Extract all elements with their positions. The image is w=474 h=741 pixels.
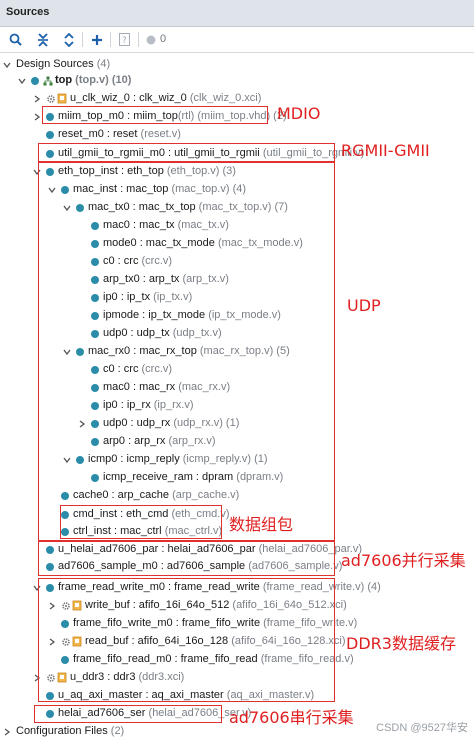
tree-node-label: reset_m0 : reset (reset.v) xyxy=(58,128,181,140)
status-indicator xyxy=(142,31,160,48)
ad7606-par-highlight-box xyxy=(38,541,335,576)
node-name: u_clk_wiz_0 : clk_wiz_0 xyxy=(70,92,187,104)
mdio-highlight-box xyxy=(42,106,268,124)
toolbar-divider xyxy=(138,32,139,47)
ad7606-par-annotation: ad7606并行采集 xyxy=(341,551,466,570)
search-button[interactable] xyxy=(6,31,24,48)
tree-node-top[interactable]: top (top.v) (10) xyxy=(0,72,474,90)
tree-node-label: Configuration Files (2) xyxy=(16,725,124,737)
module-icon xyxy=(31,77,39,85)
expand-all-icon xyxy=(64,32,74,47)
collapse-all-icon xyxy=(38,32,48,47)
packet-highlight-box xyxy=(60,505,222,539)
plus-icon xyxy=(92,34,102,45)
node-name: reset_m0 : reset xyxy=(58,128,138,140)
ddr3-highlight-box xyxy=(38,578,335,702)
properties-button[interactable]: ? xyxy=(115,31,133,48)
expand-all-button[interactable] xyxy=(60,31,78,48)
panel-title: Sources xyxy=(6,6,50,18)
svg-text:?: ? xyxy=(122,36,127,46)
document-question-icon: ? xyxy=(118,33,130,46)
packet-annotation: 数据组包 xyxy=(229,515,294,534)
rgmii-annotation: RGMII-GMII xyxy=(341,141,430,160)
tree-node-label: u_clk_wiz_0 : clk_wiz_0 (clk_wiz_0.xci) xyxy=(70,92,261,104)
ad7606-ser-annotation: ad7606串行采集 xyxy=(229,708,354,727)
ip-file-icon xyxy=(57,93,67,104)
chevron-down-icon[interactable] xyxy=(17,72,27,90)
node-source-info: (4) xyxy=(93,58,111,70)
node-source-info: (2) xyxy=(107,725,125,737)
circle-status-icon xyxy=(146,35,156,44)
watermark: CSDN @9527华安 xyxy=(376,722,468,734)
ad7606-ser-highlight-box xyxy=(34,705,222,723)
rgmii-highlight-box xyxy=(38,143,335,162)
tree-node-label: top (top.v) (10) xyxy=(55,74,131,86)
search-icon xyxy=(9,33,22,46)
chevron-right-icon[interactable] xyxy=(32,108,42,126)
collapse-all-button[interactable] xyxy=(34,31,52,48)
node-name: top xyxy=(55,74,73,86)
node-source-info: (top.v) (10) xyxy=(75,74,132,86)
mdio-annotation: MDIO xyxy=(277,104,321,123)
tree-node-label: Design Sources (4) xyxy=(16,58,110,70)
sources-toolbar: ? 0 xyxy=(0,27,474,53)
chevron-right-icon[interactable] xyxy=(2,723,12,741)
toolbar-divider xyxy=(110,32,111,47)
node-source-info: (reset.v) xyxy=(140,128,181,140)
sources-panel-header: Sources xyxy=(0,0,474,27)
node-name: Design Sources xyxy=(16,58,94,70)
status-count: 0 xyxy=(160,33,167,45)
udp-annotation: UDP xyxy=(347,296,381,315)
module-icon xyxy=(46,131,54,139)
ip-core-gear-icon xyxy=(46,94,56,104)
hierarchy-icon xyxy=(43,76,53,86)
node-source-info: (clk_wiz_0.xci) xyxy=(189,92,262,104)
ethernet-highlight-box xyxy=(38,162,335,541)
chevron-right-icon[interactable] xyxy=(32,90,42,108)
node-name: Configuration Files xyxy=(16,725,108,737)
ddr3-annotation: DDR3数据缓存 xyxy=(346,634,456,653)
add-sources-button[interactable] xyxy=(88,31,106,48)
toolbar-divider xyxy=(82,32,83,47)
